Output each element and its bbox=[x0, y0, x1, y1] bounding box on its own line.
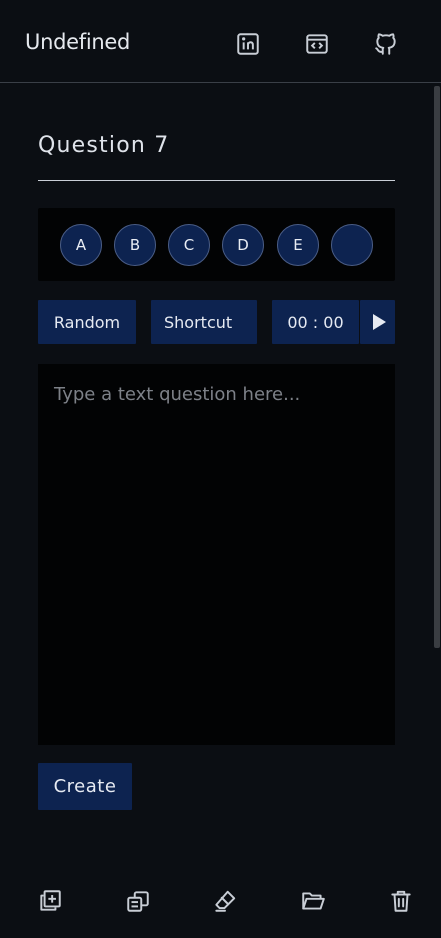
option-b-button[interactable]: B bbox=[114, 224, 156, 266]
option-add-button[interactable] bbox=[331, 224, 373, 266]
trash-icon[interactable] bbox=[387, 887, 415, 915]
folder-open-icon[interactable] bbox=[299, 887, 327, 915]
brand-title: Undefined bbox=[25, 30, 131, 54]
create-button[interactable]: Create bbox=[38, 763, 132, 810]
random-button[interactable]: Random bbox=[38, 300, 136, 344]
linkedin-icon[interactable] bbox=[234, 30, 262, 58]
question-title: Question 7 bbox=[38, 133, 170, 158]
question-text-input[interactable] bbox=[38, 364, 395, 745]
play-icon bbox=[372, 314, 386, 330]
option-d-button[interactable]: D bbox=[222, 224, 264, 266]
timer-display: 00 : 00 bbox=[272, 300, 359, 344]
option-e-button[interactable]: E bbox=[277, 224, 319, 266]
code-embed-icon[interactable] bbox=[303, 30, 331, 58]
option-c-button[interactable]: C bbox=[168, 224, 210, 266]
title-divider bbox=[38, 180, 395, 181]
timer-play-button[interactable] bbox=[360, 300, 395, 344]
scrollbar-thumb[interactable] bbox=[434, 86, 440, 648]
duplicate-icon[interactable] bbox=[124, 887, 152, 915]
eraser-icon[interactable] bbox=[211, 887, 239, 915]
shortcut-button[interactable]: Shortcut bbox=[151, 300, 257, 344]
option-a-button[interactable]: A bbox=[60, 224, 102, 266]
add-question-icon[interactable] bbox=[36, 887, 64, 915]
github-icon[interactable] bbox=[372, 30, 400, 58]
answer-options-panel: A B C D E bbox=[38, 208, 395, 281]
app-header: Undefined bbox=[0, 0, 441, 83]
